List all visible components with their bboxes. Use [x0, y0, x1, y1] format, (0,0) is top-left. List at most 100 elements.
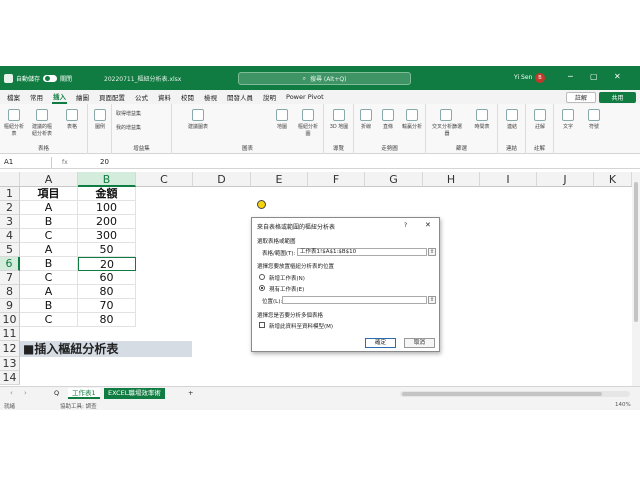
autosave-toggle[interactable]	[43, 74, 58, 82]
table-cell[interactable]: A	[20, 243, 78, 257]
horizontal-scrollbar[interactable]	[400, 391, 630, 397]
table-cell[interactable]: 300	[78, 229, 136, 243]
table-cell[interactable]: B	[20, 215, 78, 229]
range-picker-icon[interactable]: ⇧	[428, 248, 436, 256]
row-header-2[interactable]: 2	[0, 201, 20, 215]
pivot-chart-icon[interactable]	[302, 109, 314, 121]
data-model-checkbox[interactable]	[259, 322, 265, 328]
active-cell[interactable]: 20	[78, 257, 136, 271]
table-cell[interactable]: B	[20, 299, 78, 313]
vertical-scrollbar[interactable]	[632, 172, 640, 386]
prev-sheet-icon[interactable]: ‹	[10, 389, 13, 397]
sparkline-winloss-icon[interactable]	[406, 109, 418, 121]
pivot-table-icon[interactable]	[8, 109, 20, 121]
minimize-icon[interactable]: ─	[568, 72, 573, 81]
recommended-chart-icon[interactable]	[192, 109, 204, 121]
location-input[interactable]	[282, 296, 427, 304]
comment-button[interactable]: 註解	[566, 92, 596, 103]
row-header-5[interactable]: 5	[0, 243, 20, 257]
new-sheet-radio[interactable]	[259, 274, 265, 280]
table-icon[interactable]	[66, 109, 78, 121]
sparkline-column-icon[interactable]	[382, 109, 394, 121]
row-header-10[interactable]: 10	[0, 313, 20, 327]
row-header-13[interactable]: 13	[0, 357, 20, 371]
col-header-e[interactable]: E	[251, 172, 308, 187]
tab-view[interactable]: 檢視	[203, 91, 218, 103]
tab-formulas[interactable]: 公式	[134, 91, 149, 103]
tab-developer[interactable]: 開發人員	[226, 91, 254, 103]
row-header-9[interactable]: 9	[0, 299, 20, 313]
get-addins-label[interactable]: 取得增益集	[116, 110, 170, 117]
tab-data[interactable]: 資料	[157, 91, 172, 103]
row-header-7[interactable]: 7	[0, 271, 20, 285]
col-header-c[interactable]: C	[136, 172, 193, 187]
col-header-j[interactable]: J	[537, 172, 594, 187]
table-cell[interactable]: 80	[78, 313, 136, 327]
col-header-b[interactable]: B	[78, 172, 136, 187]
cell-b1[interactable]: 金額	[78, 187, 136, 201]
text-icon[interactable]	[562, 109, 574, 121]
row-header-8[interactable]: 8	[0, 285, 20, 299]
zoom-level[interactable]: 140%	[615, 402, 631, 408]
row-header-4[interactable]: 4	[0, 229, 20, 243]
formula-input[interactable]: 20	[100, 157, 109, 168]
illustration-icon[interactable]	[94, 109, 106, 121]
link-icon[interactable]	[506, 109, 518, 121]
cell-a1[interactable]: 項目	[20, 187, 78, 201]
tab-power-pivot[interactable]: Power Pivot	[285, 92, 325, 102]
col-header-g[interactable]: G	[365, 172, 423, 187]
row-header-6[interactable]: 6	[0, 257, 20, 271]
table-cell[interactable]: 200	[78, 215, 136, 229]
col-header-i[interactable]: I	[480, 172, 537, 187]
help-icon[interactable]: ?	[404, 222, 407, 229]
sheet-tab-active[interactable]: 工作表1	[68, 388, 100, 399]
table-cell[interactable]: C	[20, 229, 78, 243]
row-header-14[interactable]: 14	[0, 371, 20, 385]
col-header-d[interactable]: D	[193, 172, 251, 187]
accessibility-status[interactable]: 協助工具: 調查	[60, 402, 97, 410]
table-cell[interactable]: 100	[78, 201, 136, 215]
ok-button[interactable]: 確定	[365, 338, 396, 348]
tab-review[interactable]: 校閱	[180, 91, 195, 103]
avatar[interactable]: B	[535, 73, 545, 83]
col-header-f[interactable]: F	[308, 172, 365, 187]
tab-home[interactable]: 常用	[29, 91, 44, 103]
add-sheet-button[interactable]: +	[184, 388, 197, 399]
select-all-corner[interactable]	[0, 172, 20, 187]
row-header-3[interactable]: 3	[0, 215, 20, 229]
col-header-h[interactable]: H	[423, 172, 480, 187]
table-cell[interactable]: C	[20, 271, 78, 285]
omega-symbol-icon[interactable]	[588, 109, 600, 121]
table-cell[interactable]: B	[20, 257, 78, 271]
map-chart-icon[interactable]	[276, 109, 288, 121]
vertical-scroll-thumb[interactable]	[634, 182, 638, 322]
row-header-1[interactable]: 1	[0, 187, 20, 201]
my-addins-label[interactable]: 我的增益集	[116, 124, 170, 131]
recommended-pivot-icon[interactable]	[36, 109, 48, 121]
3d-map-icon[interactable]	[333, 109, 345, 121]
table-cell[interactable]: C	[20, 313, 78, 327]
tab-draw[interactable]: 繪圖	[75, 91, 90, 103]
close-icon[interactable]: ✕	[614, 72, 621, 81]
share-button[interactable]: 共用	[599, 92, 636, 103]
sheet-tab-q[interactable]: Q	[50, 388, 63, 399]
location-picker-icon[interactable]: ⇧	[428, 296, 436, 304]
dialog-close-icon[interactable]: ✕	[425, 221, 431, 229]
existing-sheet-radio[interactable]	[259, 285, 265, 291]
sparkline-line-icon[interactable]	[360, 109, 372, 121]
maximize-icon[interactable]: ▢	[590, 72, 598, 81]
table-cell[interactable]: A	[20, 201, 78, 215]
row-header-11[interactable]: 11	[0, 327, 20, 341]
next-sheet-icon[interactable]: ›	[24, 389, 27, 397]
sheet-tab-excel-tips[interactable]: EXCEL職場效率術	[104, 388, 165, 399]
row-header-12[interactable]: 12	[0, 341, 20, 357]
table-cell[interactable]: 80	[78, 285, 136, 299]
slicer-icon[interactable]	[440, 109, 452, 121]
fx-icon[interactable]: fx	[62, 157, 68, 168]
timeline-icon[interactable]	[476, 109, 488, 121]
table-cell[interactable]: 50	[78, 243, 136, 257]
table-cell[interactable]: A	[20, 285, 78, 299]
tab-file[interactable]: 檔案	[6, 91, 21, 103]
range-input[interactable]: 工作表1!$A$1:$B$10	[297, 248, 427, 256]
search-box[interactable]: ⌕ 搜尋 (Alt+Q)	[238, 72, 411, 85]
